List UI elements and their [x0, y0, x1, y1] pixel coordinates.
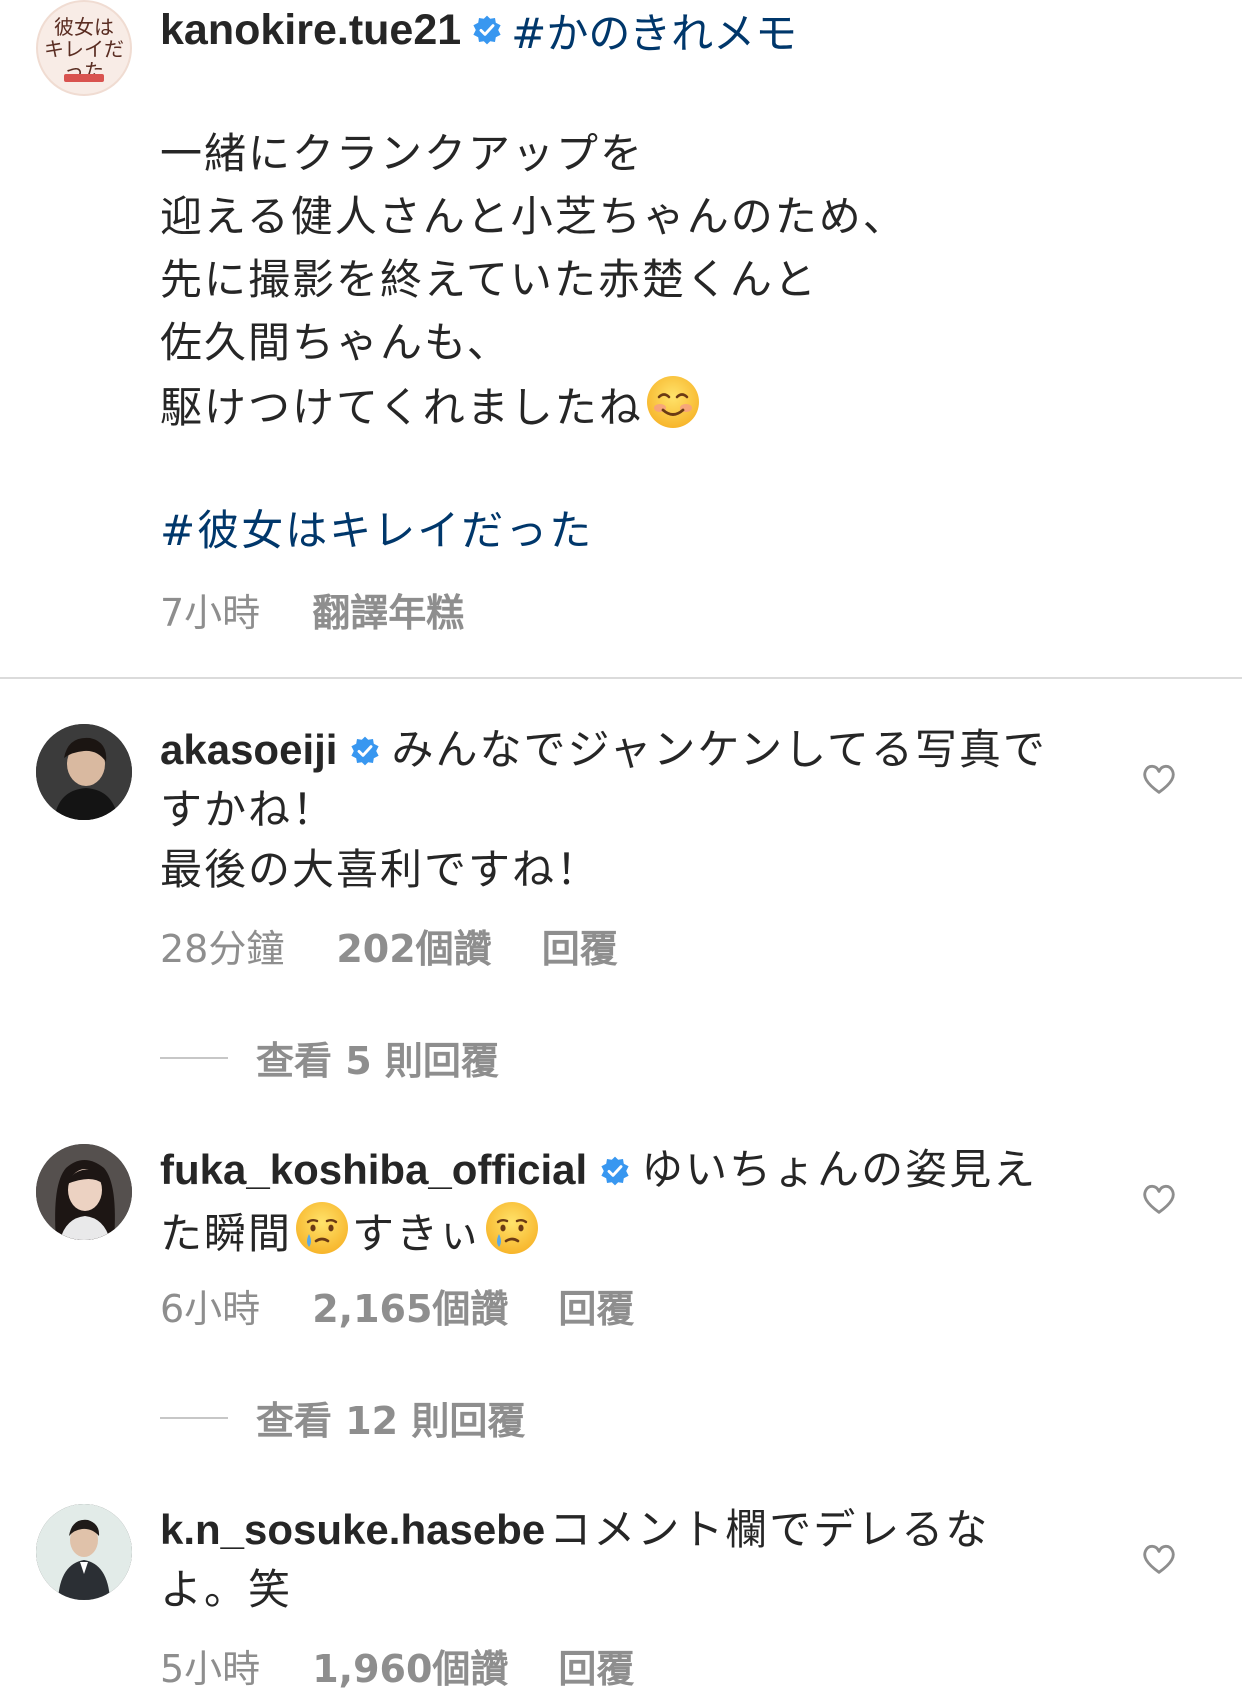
comment-meta: 5小時 1,960個讚 回覆	[160, 1638, 634, 1693]
crying-face-emoji-icon	[486, 1202, 539, 1254]
caption-hashtag[interactable]: #彼女はキレイだった	[160, 503, 593, 559]
caption-header-hashtag[interactable]: #かのきれメモ	[511, 0, 797, 61]
caption-divider	[0, 677, 1242, 679]
view-replies-label: 查看 5 則回覆	[256, 1039, 499, 1083]
like-heart-icon[interactable]	[1140, 1540, 1178, 1578]
replies-rule	[160, 1416, 228, 1419]
commenter-avatar[interactable]	[36, 724, 132, 820]
comment-likes[interactable]: 1,960個讚	[312, 1638, 508, 1693]
person-photo-icon	[36, 1144, 132, 1240]
avatar-logo-text: 彼女は キレイだった	[44, 15, 124, 83]
translate-button[interactable]: 翻譯年糕	[312, 582, 464, 637]
like-heart-icon[interactable]	[1140, 760, 1178, 798]
caption-line-2: 迎える健人さんと小芝ちゃんのため、	[160, 192, 907, 241]
reply-button[interactable]: 回覆	[542, 918, 618, 973]
caption-line-4: 佐久間ちゃんも、	[160, 318, 511, 367]
smiling-face-emoji-icon	[646, 376, 699, 428]
comment-username[interactable]: fuka_koshiba_official	[160, 1146, 587, 1193]
verified-badge-icon	[601, 1156, 629, 1186]
caption-line-3: 先に撮影を終えていた赤楚くんと	[160, 255, 818, 304]
comment-body: k.n_sosuke.hasebeコメント欄でデレるなよ。笑	[160, 1500, 1060, 1620]
avatar-logo-ribbon	[64, 74, 104, 82]
person-photo-icon	[36, 724, 132, 820]
caption-time: 7小時	[160, 591, 261, 635]
reply-button[interactable]: 回覆	[558, 1638, 634, 1693]
caption-header: kanokire.tue21 #かのきれメモ	[160, 2, 797, 58]
replies-rule	[160, 1056, 228, 1059]
comment-likes[interactable]: 202個讚	[336, 918, 491, 973]
caption-line-1: 一緒にクランクアップを	[160, 129, 645, 178]
verified-badge-icon	[473, 15, 501, 45]
comment-body: fuka_koshiba_official ゆいちょんの姿見えた瞬間 すきぃ	[160, 1140, 1060, 1264]
post-caption: 彼女は キレイだった kanokire.tue21 #かのきれメモ 一緒にクラン…	[0, 0, 1242, 678]
caption-username[interactable]: kanokire.tue21	[160, 6, 461, 55]
comment-time: 28分鐘	[160, 927, 285, 971]
person-photo-icon	[36, 1504, 132, 1600]
comment-text-part-2: すきぃ	[352, 1209, 483, 1258]
comment-time: 6小時	[160, 1287, 261, 1331]
account-avatar[interactable]: 彼女は キレイだった	[36, 0, 132, 96]
caption-meta: 7小時 翻譯年糕	[160, 582, 464, 637]
commenter-avatar[interactable]	[36, 1144, 132, 1240]
reply-button[interactable]: 回覆	[558, 1278, 634, 1333]
comment-body: akasoeiji みんなでジャンケンしてる写真ですかね！ 最後の大喜利ですね！	[160, 720, 1060, 900]
caption-line-5: 駆けつけてくれましたね	[160, 383, 643, 432]
comment-meta: 28分鐘 202個讚 回覆	[160, 918, 618, 973]
view-replies-button[interactable]: 查看 12 則回覆	[160, 1390, 525, 1445]
commenter-avatar[interactable]	[36, 1504, 132, 1600]
like-heart-icon[interactable]	[1140, 1180, 1178, 1218]
view-replies-label: 查看 12 則回覆	[256, 1399, 526, 1443]
view-replies-button[interactable]: 查看 5 則回覆	[160, 1030, 499, 1085]
comment-username[interactable]: akasoeiji	[160, 726, 337, 773]
caption-body: 一緒にクランクアップを 迎える健人さんと小芝ちゃんのため、 先に撮影を終えていた…	[160, 122, 1160, 439]
crying-face-emoji-icon	[296, 1202, 349, 1254]
verified-badge-icon	[351, 736, 380, 766]
comment-username[interactable]: k.n_sosuke.hasebe	[160, 1506, 545, 1553]
comment-time: 5小時	[160, 1647, 261, 1691]
comment-likes[interactable]: 2,165個讚	[312, 1278, 508, 1333]
comment-meta: 6小時 2,165個讚 回覆	[160, 1278, 634, 1333]
